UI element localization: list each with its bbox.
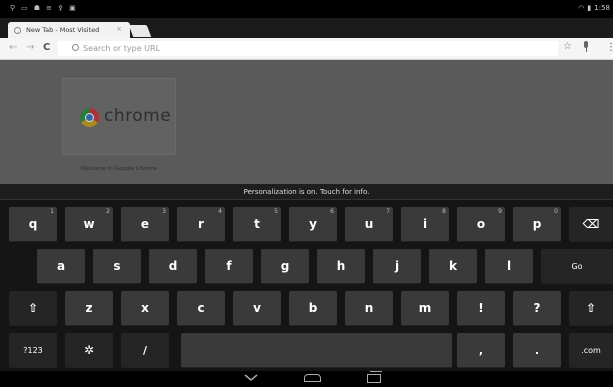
key-v[interactable]: v	[233, 291, 281, 326]
key-j[interactable]: j	[373, 249, 421, 284]
notification-icon: ▭	[21, 4, 28, 12]
key-h[interactable]: h	[317, 249, 365, 284]
key-q[interactable]: q1	[9, 207, 57, 242]
reload-icon[interactable]: C	[43, 42, 50, 54]
key-u[interactable]: u7	[345, 207, 393, 242]
home-icon[interactable]	[304, 374, 321, 382]
key-r[interactable]: r4	[177, 207, 225, 242]
key-o[interactable]: o9	[457, 207, 505, 242]
status-icons-right: ◠ ▮ 1:58	[578, 4, 610, 13]
key-d[interactable]: d	[149, 249, 197, 284]
android-icon: ☗	[33, 4, 41, 12]
globe-icon	[72, 44, 79, 51]
new-tab-button[interactable]	[128, 25, 152, 37]
key-t[interactable]: t5	[233, 207, 281, 242]
back-arrow-icon[interactable]: ←	[9, 42, 17, 54]
settings-key[interactable]: ✲	[65, 333, 113, 368]
page-content: chrome Welcome to Google Chrome	[0, 60, 613, 184]
tab-title: New Tab - Most Visited	[26, 26, 100, 34]
close-icon[interactable]: ×	[116, 25, 122, 33]
wifi-icon: ◠	[578, 4, 585, 12]
key-l[interactable]: l	[485, 249, 533, 284]
most-visited-thumbnail[interactable]: chrome	[62, 78, 176, 155]
toolbar: ← → C Search or type URL ☆ ⋮	[0, 38, 613, 60]
key-comma[interactable]: ,	[457, 333, 505, 368]
chrome-logo-icon	[80, 108, 99, 127]
key-i[interactable]: i8	[401, 207, 449, 242]
key-question[interactable]: ?	[513, 291, 561, 326]
omnibox[interactable]: Search or type URL	[58, 41, 558, 56]
key-e[interactable]: e3	[121, 207, 169, 242]
usb-icon: ⚴	[57, 4, 64, 12]
go-key[interactable]: Go	[541, 249, 613, 284]
key-f[interactable]: f	[205, 249, 253, 284]
shift-icon: ⇧	[27, 301, 39, 315]
key-n[interactable]: n	[345, 291, 393, 326]
sync-icon: ≡	[46, 4, 52, 12]
menu-icon[interactable]: ⋮	[606, 43, 613, 53]
battery-icon: ▮	[587, 4, 592, 12]
system-nav-bar	[0, 371, 613, 387]
key-k[interactable]: k	[429, 249, 477, 284]
star-icon[interactable]: ☆	[563, 41, 572, 53]
key-x[interactable]: x	[121, 291, 169, 326]
key-s[interactable]: s	[93, 249, 141, 284]
chevron-down-icon[interactable]	[244, 374, 258, 382]
key-c[interactable]: c	[177, 291, 225, 326]
key-y[interactable]: y6	[289, 207, 337, 242]
chrome-logo-text: chrome	[104, 106, 172, 126]
screen: ⚲ ▭ ☗ ≡ ⚴ ▣ ◠ ▮ 1:58 New Tab - Most Visi…	[0, 0, 613, 387]
key-z[interactable]: z	[65, 291, 113, 326]
dotcom-key[interactable]: .com	[569, 333, 613, 368]
shift-key-left[interactable]: ⇧	[9, 291, 57, 326]
thumbnail-label[interactable]: Welcome to Google Chrome	[62, 166, 176, 172]
globe-icon	[14, 26, 21, 34]
shift-icon: ⇧	[585, 301, 597, 315]
shift-key-right[interactable]: ⇧	[569, 291, 613, 326]
backspace-icon: ⌫	[582, 217, 600, 231]
clock: 1:58	[594, 4, 610, 12]
tab-strip: New Tab - Most Visited ×	[0, 18, 613, 38]
omnibox-placeholder: Search or type URL	[83, 44, 161, 53]
recent-apps-icon[interactable]	[367, 371, 382, 383]
symbols-key[interactable]: ?123	[9, 333, 57, 368]
status-icons-left: ⚲ ▭ ☗ ≡ ⚴ ▣	[10, 4, 76, 13]
key-p[interactable]: p0	[513, 207, 561, 242]
key-a[interactable]: a	[37, 249, 85, 284]
tab-new-tab[interactable]: New Tab - Most Visited ×	[8, 22, 130, 38]
key-b[interactable]: b	[289, 291, 337, 326]
key-slash[interactable]: /	[121, 333, 169, 368]
gear-icon: ✲	[83, 343, 95, 357]
key-g[interactable]: g	[261, 249, 309, 284]
mic-icon[interactable]	[583, 41, 589, 53]
status-bar: ⚲ ▭ ☗ ≡ ⚴ ▣ ◠ ▮ 1:58	[0, 0, 613, 18]
usb-icon: ⚲	[10, 4, 16, 12]
key-m[interactable]: m	[401, 291, 449, 326]
suggestion-strip[interactable]: Personalization is on. Touch for info.	[0, 184, 613, 200]
space-key[interactable]	[181, 333, 452, 368]
soft-keyboard: Personalization is on. Touch for info. q…	[0, 184, 613, 371]
key-w[interactable]: w2	[65, 207, 113, 242]
key-exclamation[interactable]: !	[457, 291, 505, 326]
backspace-key[interactable]: ⌫	[569, 207, 613, 242]
image-icon: ▣	[69, 4, 76, 12]
key-period[interactable]: .	[513, 333, 561, 368]
forward-arrow-icon[interactable]: →	[26, 42, 34, 54]
